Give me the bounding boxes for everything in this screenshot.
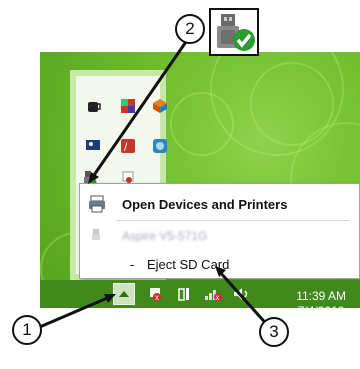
callout-1: 1	[12, 315, 42, 345]
callout-line-3	[217, 269, 272, 330]
callout-lines	[27, 35, 272, 334]
callout-arrow-2	[88, 172, 99, 184]
callout-3: 3	[259, 317, 289, 347]
tutorial-figure: / Open Devices and Printers Aspire V5-57…	[0, 0, 360, 369]
callout-line-2	[90, 35, 192, 179]
callout-2: 2	[175, 14, 205, 44]
